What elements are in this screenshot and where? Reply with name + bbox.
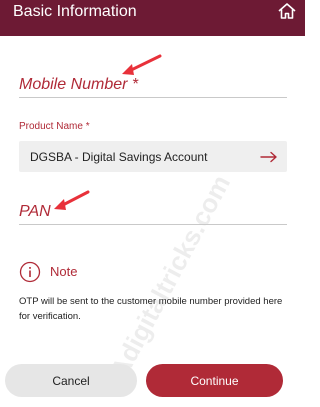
continue-button[interactable]: Continue [146,364,283,397]
pan-label: PAN [19,203,51,220]
mobile-number-input[interactable] [19,97,287,98]
info-icon [19,261,41,283]
note-text: OTP will be sent to the customer mobile … [19,296,283,322]
annotation-arrow-pan [54,190,90,210]
mobile-number-label: Mobile Number * [19,76,139,93]
cancel-button[interactable]: Cancel [5,364,137,397]
pan-input[interactable] [19,224,287,225]
note-label: Note [50,264,78,279]
annotation-arrow-mobile [122,54,162,75]
watermark: Adigitaltricks.com [103,169,237,383]
product-name-value: DGSBA - Digital Savings Account [30,150,208,164]
home-icon[interactable] [277,1,297,21]
product-name-label: Product Name * [19,121,90,132]
arrow-right-icon [260,150,278,163]
page-title: Basic Information [13,3,137,20]
app-header: Basic Information [0,0,305,36]
product-name-select[interactable]: DGSBA - Digital Savings Account [19,141,287,172]
